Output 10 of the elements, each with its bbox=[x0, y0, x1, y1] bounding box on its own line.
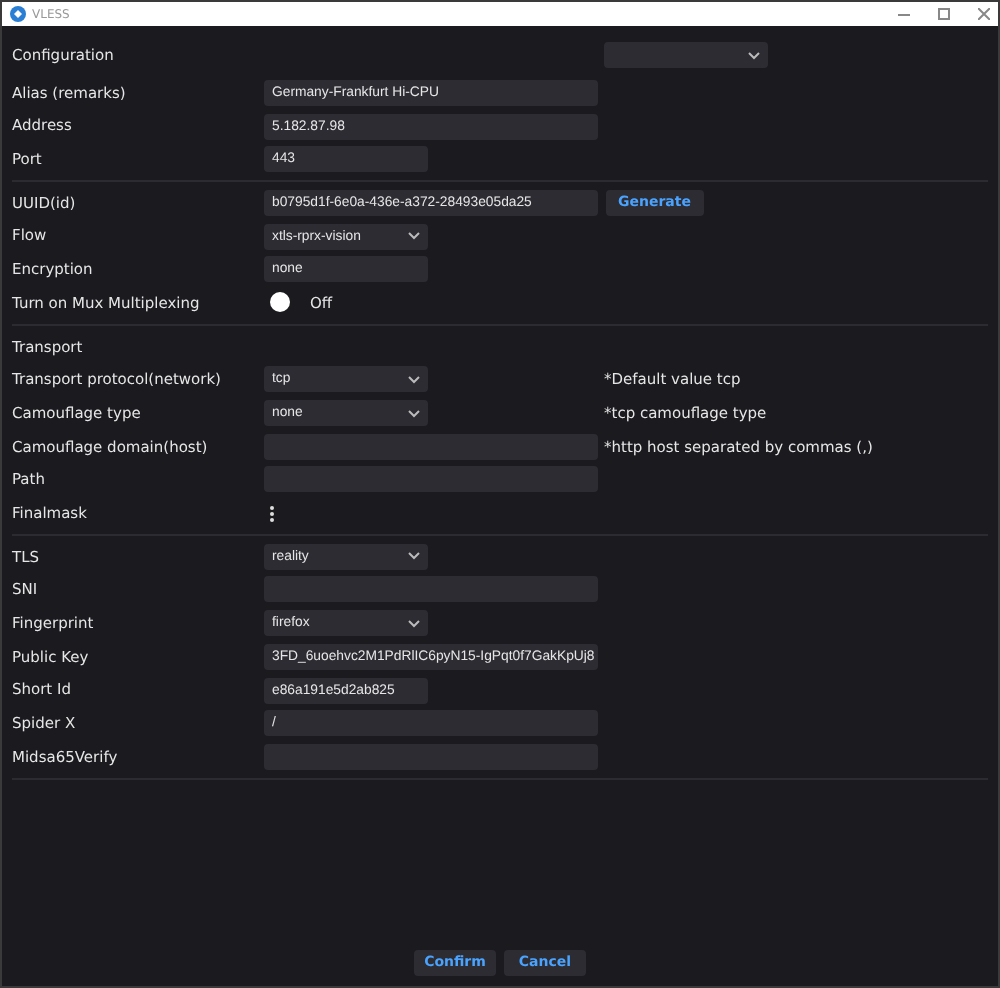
chevron-icon bbox=[408, 552, 420, 561]
chevron-icon bbox=[408, 375, 420, 384]
toggle-switch[interactable] bbox=[270, 292, 290, 313]
maximize-icon[interactable] bbox=[938, 8, 950, 20]
chevron-icon bbox=[408, 409, 420, 418]
chevron-icon bbox=[408, 619, 420, 628]
chevron-icon bbox=[748, 51, 760, 59]
minimize-icon[interactable] bbox=[898, 13, 910, 15]
chevron-icon bbox=[408, 232, 420, 241]
close-icon[interactable] bbox=[978, 8, 990, 20]
